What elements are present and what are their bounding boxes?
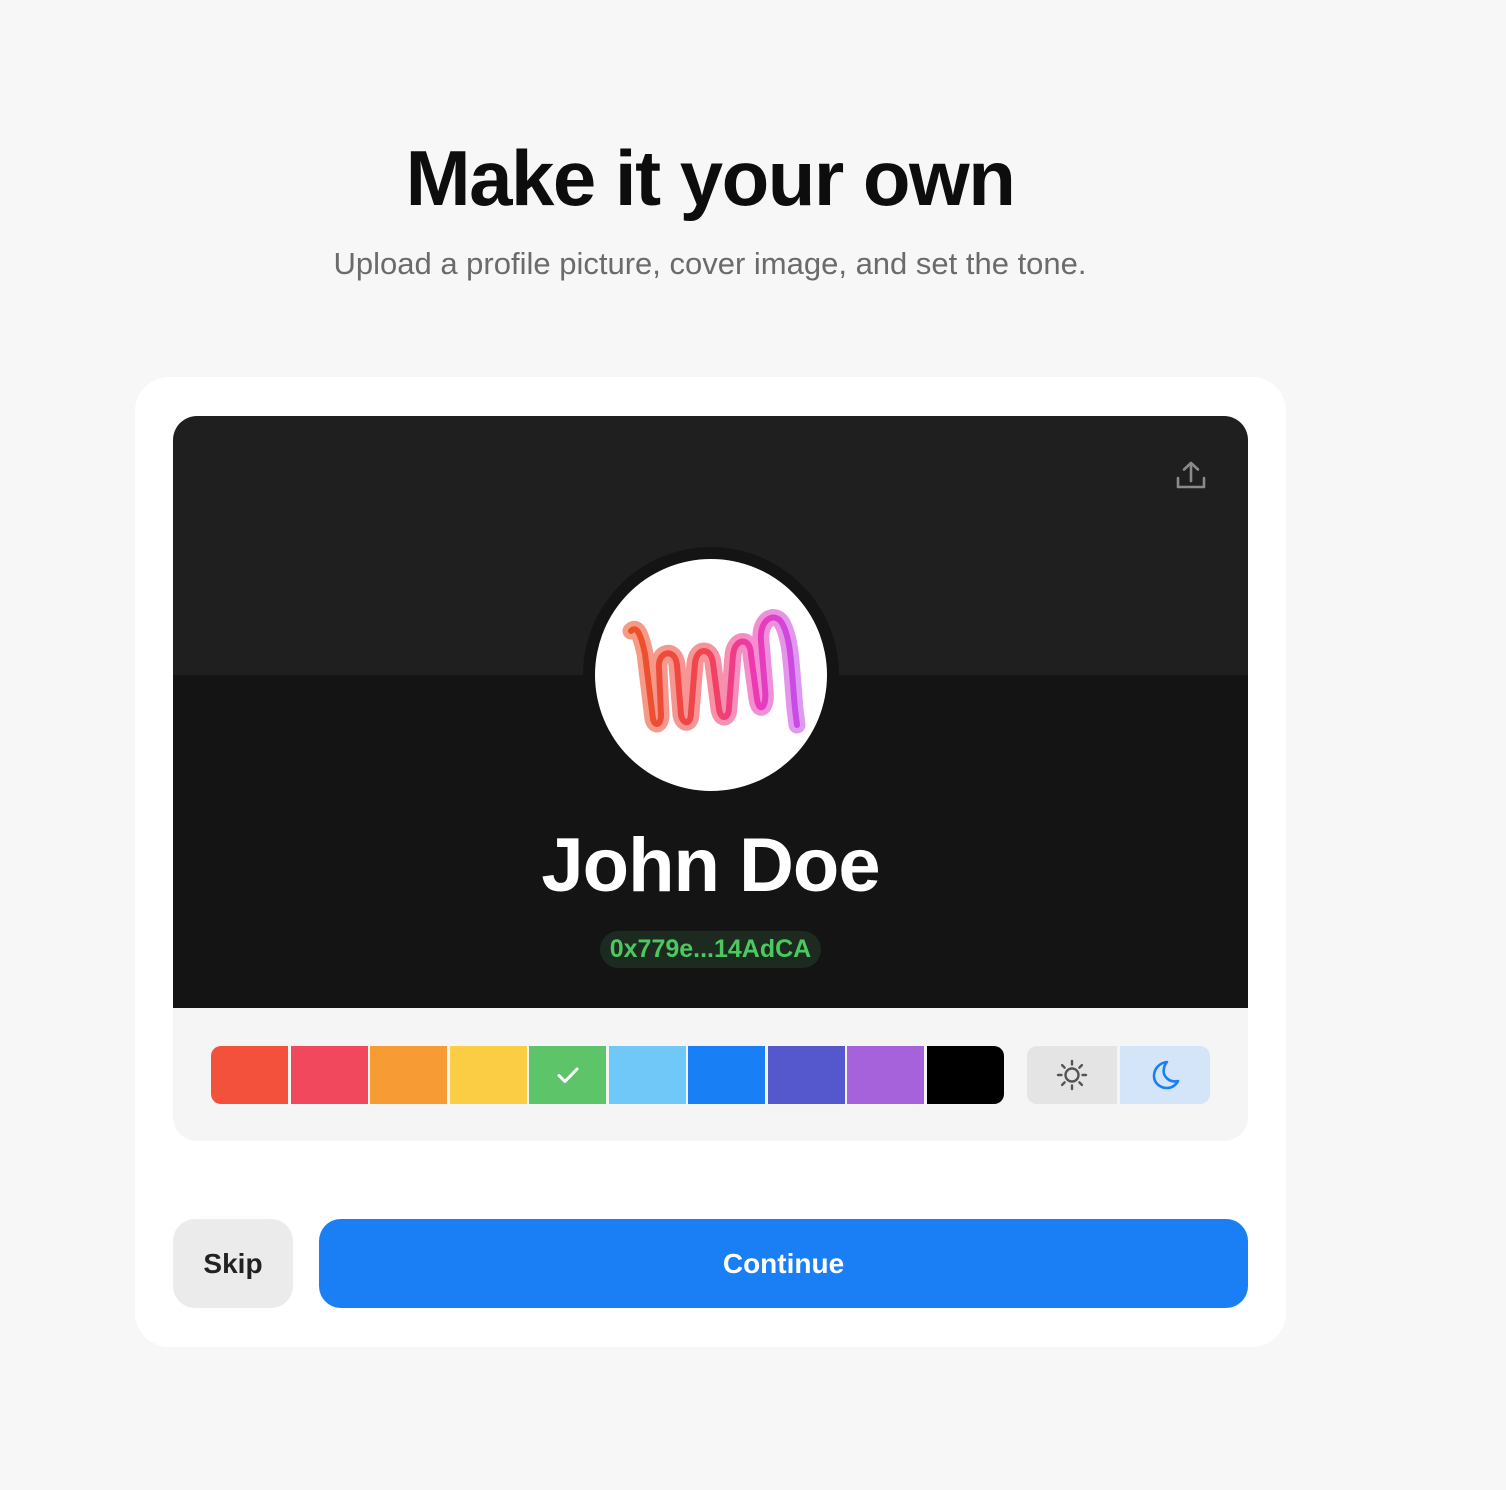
- page-title: Make it your own: [405, 134, 1016, 222]
- upload-cover-button[interactable]: [1168, 454, 1214, 496]
- color-swatch-blue[interactable]: [688, 1046, 765, 1104]
- theme-toggle: [1027, 1046, 1210, 1104]
- color-swatch-indigo[interactable]: [767, 1046, 845, 1104]
- color-swatch-black[interactable]: [926, 1046, 1004, 1104]
- avatar-logo: [622, 609, 806, 734]
- moon-icon: [1152, 1060, 1180, 1090]
- color-swatch-orange[interactable]: [370, 1046, 447, 1104]
- skip-button[interactable]: Skip: [173, 1219, 293, 1308]
- onboarding-page: Make it your own Upload a profile pictur…: [0, 0, 1506, 1490]
- light-theme-button[interactable]: [1027, 1046, 1117, 1104]
- sun-icon: [1056, 1059, 1088, 1091]
- color-swatch-pink[interactable]: [290, 1046, 368, 1104]
- color-swatch-yellow[interactable]: [449, 1046, 527, 1104]
- color-swatch-light-blue[interactable]: [608, 1046, 686, 1104]
- color-swatch-green[interactable]: [529, 1046, 606, 1104]
- continue-button[interactable]: Continue: [319, 1219, 1248, 1308]
- checkmark-icon: [557, 1067, 578, 1083]
- avatar[interactable]: [595, 559, 827, 791]
- color-swatch-red[interactable]: [211, 1046, 288, 1104]
- dark-theme-button[interactable]: [1120, 1046, 1210, 1104]
- color-swatch-purple[interactable]: [847, 1046, 924, 1104]
- profile-preview: John Doe 0x779e...14AdCA: [173, 416, 1248, 1141]
- color-swatches: [211, 1046, 1004, 1104]
- wallet-address-badge: 0x779e...14AdCA: [600, 931, 821, 968]
- page-subtitle: Upload a profile picture, cover image, a…: [333, 246, 1087, 281]
- upload-icon: [1176, 461, 1206, 489]
- customization-card: John Doe 0x779e...14AdCA Skip Continue: [135, 377, 1286, 1347]
- display-name: John Doe: [541, 823, 880, 908]
